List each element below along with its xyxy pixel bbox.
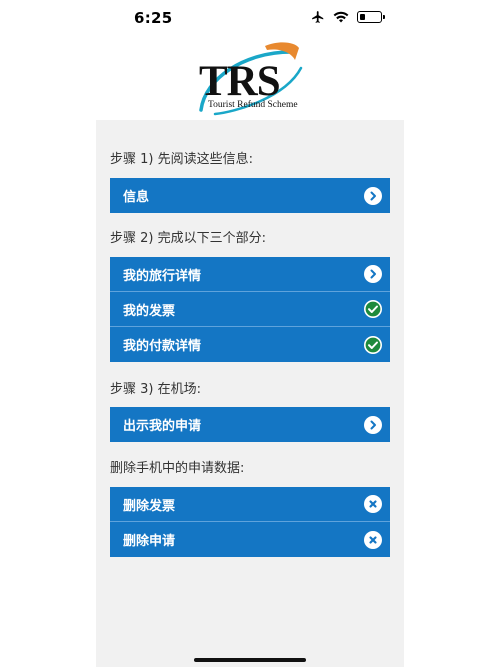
delete-section-label: 删除手机中的申请数据:: [110, 461, 245, 476]
delete-application-label: 删除申请: [123, 534, 176, 549]
chevron-right-icon: [364, 415, 382, 434]
travel-details-label: 我的旅行详情: [123, 268, 202, 284]
status-time: 6:25: [134, 9, 173, 27]
trs-logo: TRS Tourist Refund Scheme: [195, 38, 307, 116]
delete-invoices-button[interactable]: 删除发票: [110, 487, 390, 522]
close-icon: [364, 530, 382, 549]
airplane-mode-icon: [311, 10, 325, 24]
status-icons: [311, 10, 385, 24]
battery-icon: [357, 11, 385, 23]
check-circle-icon: [364, 300, 382, 318]
payment-details-button[interactable]: 我的付款详情: [110, 327, 390, 362]
home-indicator[interactable]: [194, 658, 306, 662]
info-button[interactable]: 信息: [110, 178, 390, 213]
chevron-right-icon: [364, 265, 382, 283]
travel-details-button[interactable]: 我的旅行详情: [110, 257, 390, 292]
logo-letters: TRS: [199, 58, 281, 105]
info-button-label: 信息: [123, 190, 150, 205]
wifi-icon: [333, 11, 349, 23]
show-application-button[interactable]: 出示我的申请: [110, 407, 390, 442]
close-icon: [364, 495, 382, 513]
show-application-label: 出示我的申请: [123, 419, 202, 434]
delete-group: 删除发票 删除申请: [110, 487, 390, 557]
step-3-group: 出示我的申请: [110, 407, 390, 442]
step-2-label: 步骤 2) 完成以下三个部分:: [110, 231, 266, 246]
payment-details-label: 我的付款详情: [123, 339, 202, 354]
chevron-right-icon: [364, 186, 382, 205]
invoices-button[interactable]: 我的发票: [110, 292, 390, 327]
check-circle-icon: [364, 335, 382, 354]
invoices-label: 我的发票: [123, 303, 176, 319]
step-2-group: 我的旅行详情 我的发票 我的付款详情: [110, 257, 390, 362]
header: TRS Tourist Refund Scheme: [0, 30, 500, 120]
logo-subtitle: Tourist Refund Scheme: [208, 100, 298, 110]
step-3-label: 步骤 3) 在机场:: [110, 382, 201, 397]
delete-application-button[interactable]: 删除申请: [110, 522, 390, 557]
step-1-group: 信息: [110, 178, 390, 213]
step-1-label: 步骤 1) 先阅读这些信息:: [110, 152, 253, 167]
delete-invoices-label: 删除发票: [123, 498, 176, 514]
